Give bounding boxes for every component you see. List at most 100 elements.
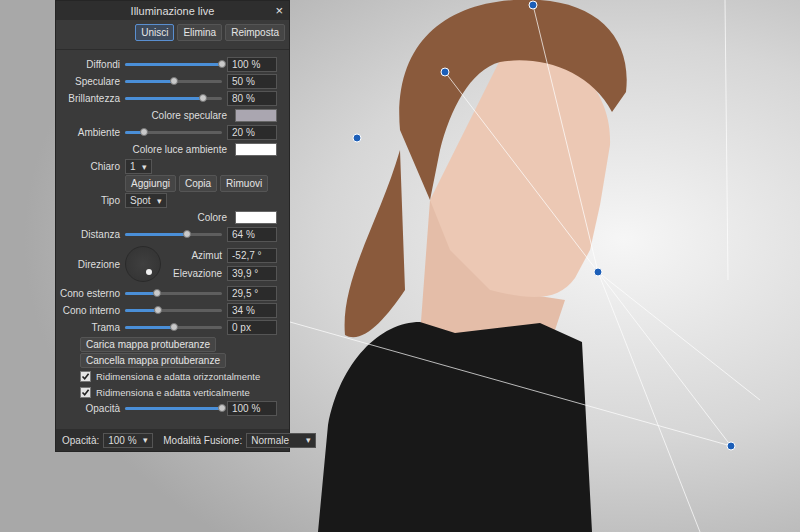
dropdown[interactable]: Spot▾ bbox=[125, 193, 167, 208]
value-field[interactable]: 100 % bbox=[227, 57, 277, 72]
value-field[interactable]: 20 % bbox=[227, 125, 277, 140]
slider-knob[interactable] bbox=[199, 94, 207, 102]
slider-fill bbox=[125, 233, 187, 236]
checkbox-row[interactable]: Ridimensiona e adatta orizzontalmente bbox=[60, 368, 277, 384]
slider-row: Distanza 64 % bbox=[60, 226, 277, 243]
slider[interactable] bbox=[125, 326, 222, 329]
dropdown-label: Chiaro bbox=[60, 161, 120, 172]
slider-row: Brillantezza 80 % bbox=[60, 90, 277, 107]
checkbox-label: Ridimensiona e adatta orizzontalmente bbox=[96, 371, 260, 382]
slider[interactable] bbox=[125, 309, 222, 312]
color-label: Colore speculare bbox=[151, 110, 227, 121]
direction-label: Direzione bbox=[60, 259, 120, 270]
footer: Opacità:100 %▾Modalità Fusione:Normale▾ bbox=[56, 429, 289, 451]
slider-row: Cono interno34 % bbox=[60, 302, 277, 319]
map-button[interactable]: Cancella mappa protuberanze bbox=[80, 353, 226, 368]
guide-line bbox=[533, 5, 598, 272]
opacity-dropdown[interactable]: 100 %▾ bbox=[103, 433, 153, 448]
handle-icon[interactable] bbox=[594, 268, 602, 276]
color-label: Colore bbox=[198, 212, 227, 223]
direction-row: DirezioneAzimut-52,7 °Elevazione39,9 ° bbox=[60, 243, 277, 285]
slider[interactable] bbox=[125, 233, 222, 236]
slider-fill bbox=[125, 80, 174, 83]
slider[interactable] bbox=[125, 97, 222, 100]
dropdown-label: Tipo bbox=[60, 195, 120, 206]
slider-label: Opacità bbox=[60, 403, 120, 414]
slider-label: Diffondi bbox=[60, 59, 120, 70]
dropdown-value: 1 bbox=[130, 161, 136, 172]
slider[interactable] bbox=[125, 131, 222, 134]
action-button[interactable]: Elimina bbox=[177, 24, 222, 41]
slider[interactable] bbox=[125, 63, 222, 66]
slider-knob[interactable] bbox=[153, 289, 161, 297]
handle-icon[interactable] bbox=[529, 1, 537, 9]
lighting-panel: Illuminazione live × UnisciEliminaReimpost… bbox=[55, 0, 290, 452]
close-button[interactable]: × bbox=[275, 3, 283, 18]
check-icon bbox=[81, 388, 90, 397]
guide-line bbox=[445, 72, 598, 272]
color-swatch[interactable] bbox=[235, 109, 277, 122]
slider[interactable] bbox=[125, 407, 222, 410]
value-field[interactable]: -52,7 ° bbox=[227, 248, 277, 263]
value-field[interactable]: 100 % bbox=[227, 401, 277, 416]
slider-label: Brillantezza bbox=[60, 93, 120, 104]
slider-knob[interactable] bbox=[140, 128, 148, 136]
slider-knob[interactable] bbox=[218, 60, 226, 68]
direction-dot[interactable] bbox=[146, 269, 152, 275]
color-row: Colore luce ambiente bbox=[60, 141, 277, 158]
action-bar: UnisciEliminaReimposta bbox=[56, 20, 289, 50]
color-swatch[interactable] bbox=[235, 211, 277, 224]
slider-knob[interactable] bbox=[218, 404, 226, 412]
color-swatch[interactable] bbox=[235, 143, 277, 156]
value-field[interactable]: 29,5 ° bbox=[227, 286, 277, 301]
slider-row: Opacità 100 % bbox=[60, 400, 277, 417]
slider-label: Speculare bbox=[60, 76, 120, 87]
slider-knob[interactable] bbox=[170, 77, 178, 85]
value-field[interactable]: 80 % bbox=[227, 91, 277, 106]
settings: Diffondi 100 % Speculare 50 % Brillantezza 80… bbox=[56, 50, 289, 429]
slider[interactable] bbox=[125, 292, 222, 295]
slider-label: Cono esterno bbox=[60, 288, 120, 299]
checkbox[interactable] bbox=[80, 371, 91, 382]
light-button[interactable]: Copia bbox=[179, 175, 217, 192]
value-field[interactable]: 39,9 ° bbox=[227, 266, 277, 281]
value-field[interactable]: 50 % bbox=[227, 74, 277, 89]
check-icon bbox=[81, 372, 90, 381]
value-field[interactable]: 34 % bbox=[227, 303, 277, 318]
blend-dropdown[interactable]: Normale▾ bbox=[246, 433, 316, 448]
slider-label: Distanza bbox=[60, 229, 120, 240]
map-button-row: Cancella mappa protuberanze bbox=[60, 352, 277, 368]
canvas[interactable]: Illuminazione live × UnisciEliminaReimpost… bbox=[0, 0, 800, 532]
opacity-label: Opacità: bbox=[62, 435, 99, 446]
dropdown[interactable]: 1▾ bbox=[125, 159, 152, 174]
handle-icon[interactable] bbox=[727, 442, 735, 450]
guide-line bbox=[725, 0, 728, 280]
color-label: Colore luce ambiente bbox=[133, 144, 228, 155]
slider-knob[interactable] bbox=[154, 306, 162, 314]
map-button[interactable]: Carica mappa protuberanze bbox=[80, 337, 216, 352]
title-bar[interactable]: Illuminazione live × bbox=[56, 1, 289, 20]
light-button[interactable]: Rimuovi bbox=[220, 175, 268, 192]
action-button[interactable]: Reimposta bbox=[225, 24, 285, 41]
handle-icon[interactable] bbox=[441, 68, 449, 76]
slider-fill bbox=[125, 326, 174, 329]
slider-row: Ambiente20 % bbox=[60, 124, 277, 141]
guide-line bbox=[598, 272, 700, 532]
handle-icon[interactable] bbox=[353, 134, 361, 142]
checkbox-row[interactable]: Ridimensiona e adatta verticalmente bbox=[60, 384, 277, 400]
checkbox[interactable] bbox=[80, 387, 91, 398]
value-field[interactable]: 64 % bbox=[227, 227, 277, 242]
slider-row: Cono esterno 29,5 ° bbox=[60, 285, 277, 302]
slider[interactable] bbox=[125, 80, 222, 83]
button-row: AggiungiCopiaRimuovi bbox=[60, 175, 277, 192]
slider-knob[interactable] bbox=[170, 323, 178, 331]
color-row: Colore speculare bbox=[60, 107, 277, 124]
value-field[interactable]: 0 px bbox=[227, 320, 277, 335]
field-label: Azimut bbox=[191, 250, 222, 261]
direction-dial[interactable] bbox=[125, 246, 161, 282]
slider-knob[interactable] bbox=[183, 230, 191, 238]
panel-title: Illuminazione live bbox=[131, 5, 215, 17]
action-button[interactable]: Unisci bbox=[135, 24, 174, 41]
light-button[interactable]: Aggiungi bbox=[125, 175, 176, 192]
guide-line bbox=[290, 322, 731, 446]
